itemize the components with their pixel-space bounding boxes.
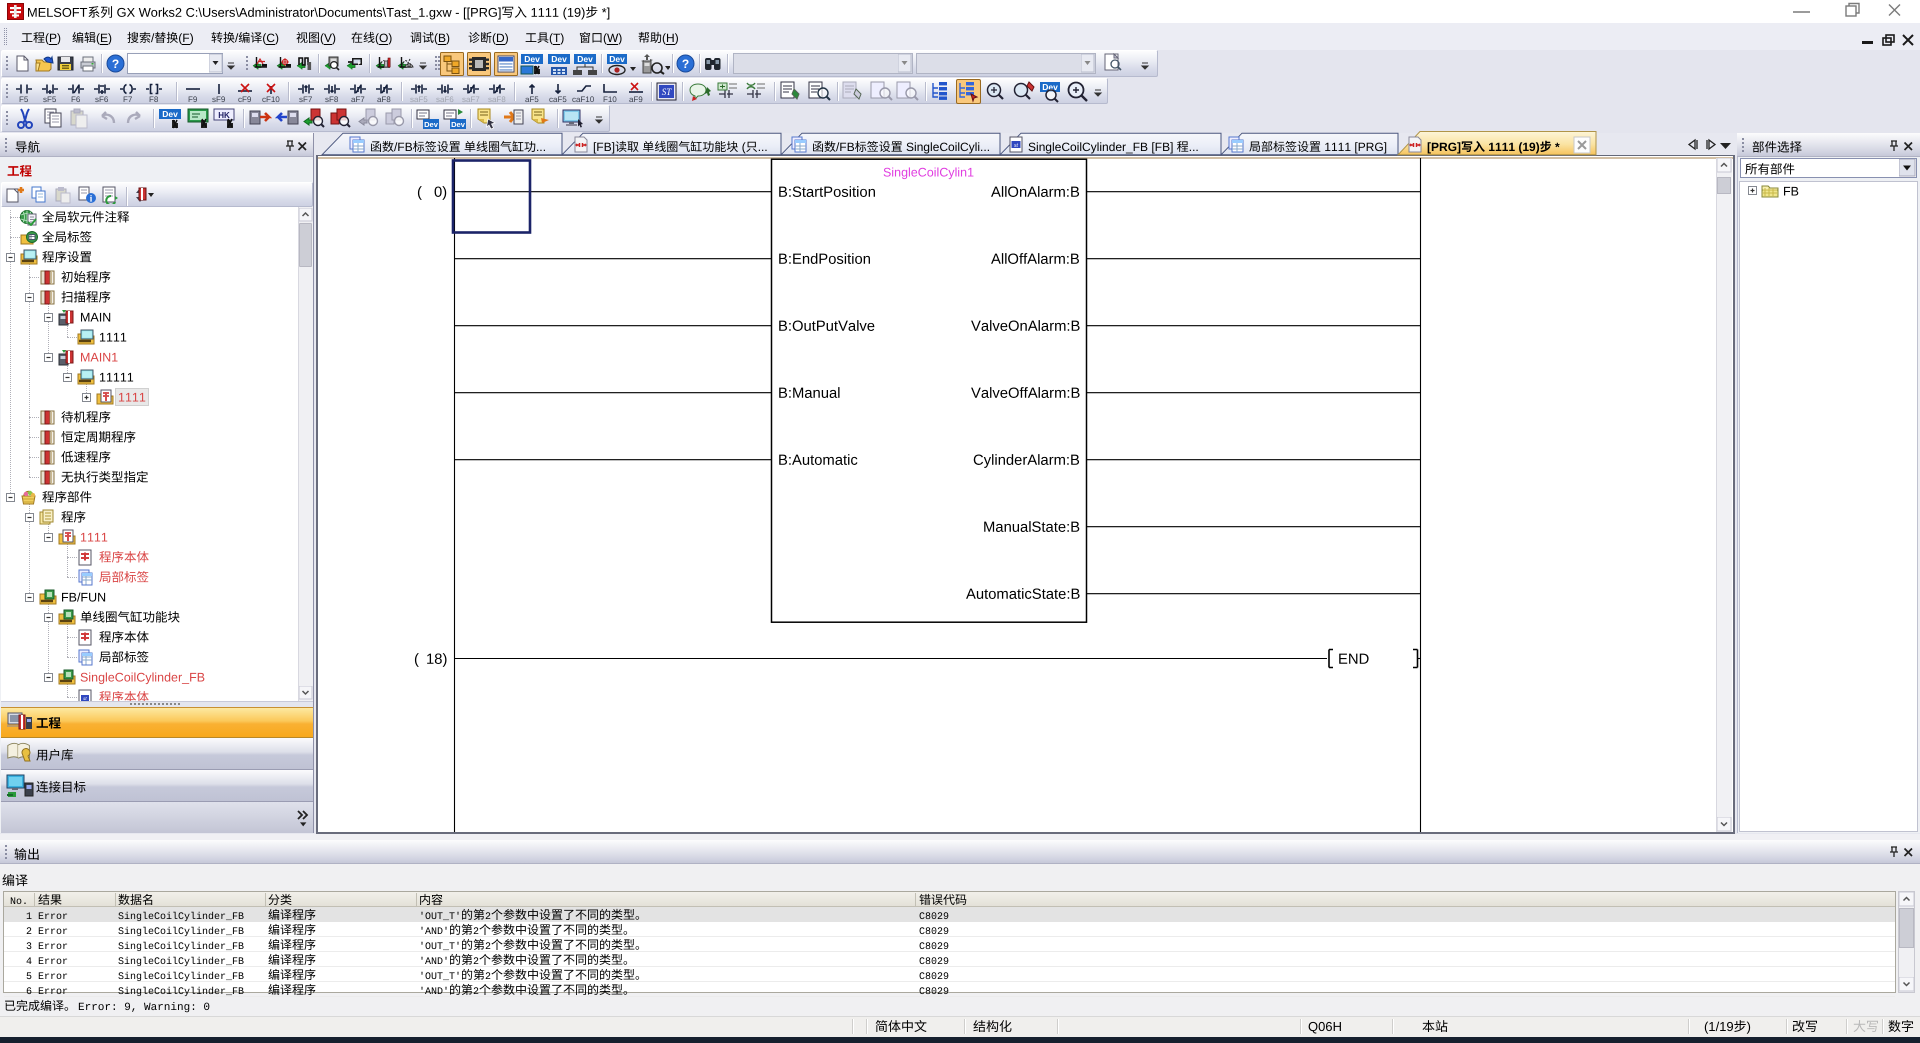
svg-text:Dev: Dev	[424, 120, 439, 129]
svg-text:HK: HK	[218, 111, 230, 120]
svg-text:Dev: Dev	[609, 54, 625, 64]
svg-text:?: ?	[112, 57, 119, 71]
svg-text:Dev: Dev	[577, 54, 593, 64]
svg-text:Dev: Dev	[551, 54, 567, 64]
svg-text:ST: ST	[662, 87, 673, 97]
svg-text:Dev: Dev	[524, 54, 540, 64]
svg-text:st: st	[1014, 143, 1018, 149]
svg-text:Dev: Dev	[451, 120, 466, 129]
svg-text:?: ?	[682, 57, 689, 71]
svg-text:Dev: Dev	[162, 109, 178, 119]
